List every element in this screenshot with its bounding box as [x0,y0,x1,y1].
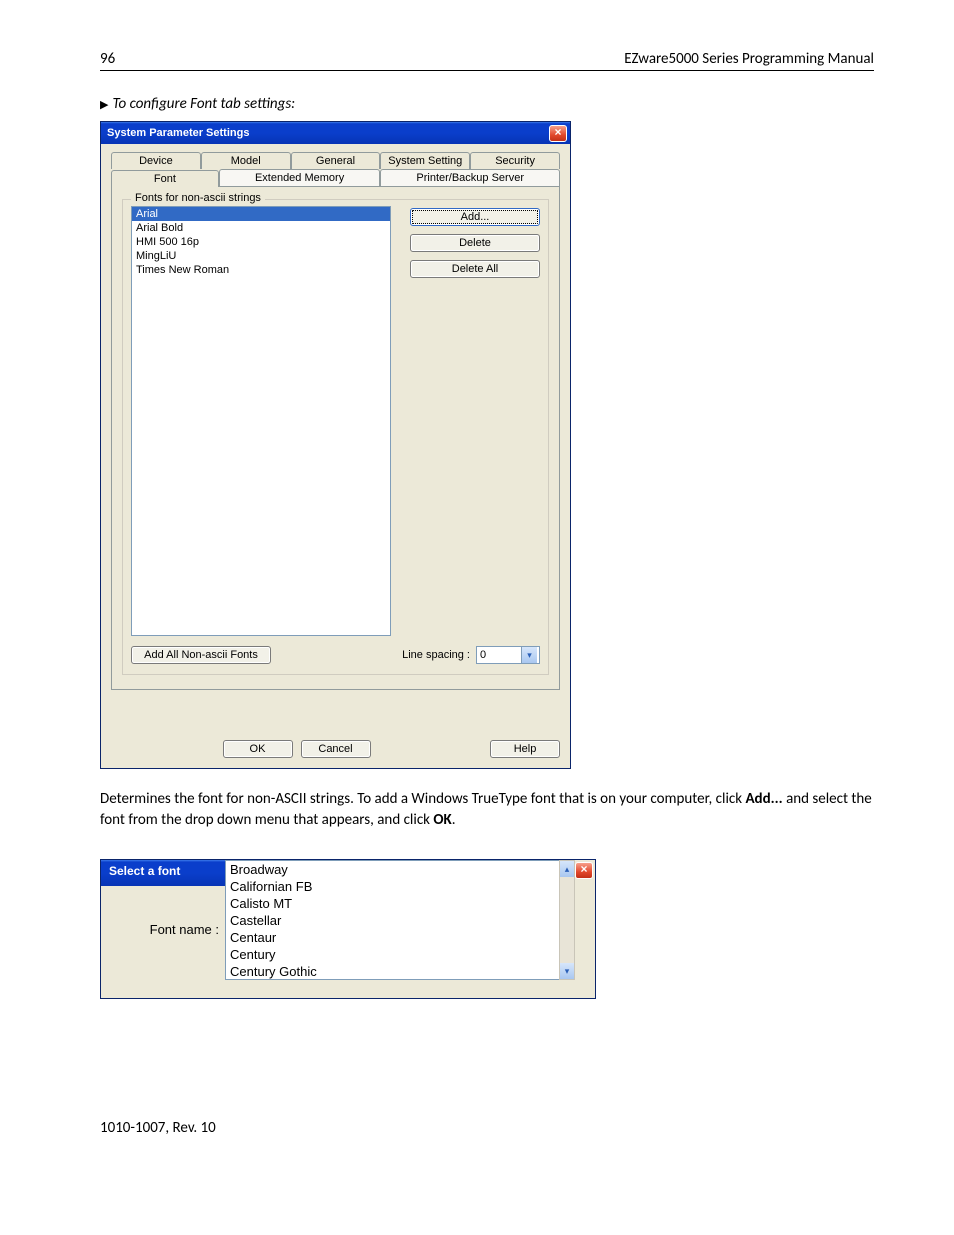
triangle-icon: ▶ [100,98,108,111]
line-spacing-label: Line spacing : [402,649,470,661]
system-parameter-settings-dialog: System Parameter Settings × Device Model… [100,121,571,769]
chevron-down-icon[interactable]: ▾ [521,647,537,663]
dialog-title: Select a font [101,860,225,886]
page-number: 96 [100,50,115,68]
add-all-non-ascii-fonts-button[interactable]: Add All Non-ascii Fonts [131,646,271,664]
help-button[interactable]: Help [490,740,560,758]
font-name-label: Font name : [150,922,219,937]
fonts-groupbox: Fonts for non-ascii strings Arial Arial … [122,199,549,675]
list-item[interactable]: MingLiU [132,249,390,263]
font-name-dropdown-list[interactable]: Broadway Californian FB Calisto MT Caste… [225,860,563,980]
chevron-down-icon[interactable]: ▾ [560,963,574,979]
tab-general[interactable]: General [291,152,381,169]
delete-button[interactable]: Delete [410,234,540,252]
delete-all-button[interactable]: Delete All [410,260,540,278]
tab-printer-backup-server[interactable]: Printer/Backup Server [380,169,560,186]
section-heading: ▶To configure Font tab settings: [100,95,874,113]
list-item[interactable]: Californian FB [226,878,562,895]
close-icon[interactable]: × [549,125,567,142]
cancel-button[interactable]: Cancel [301,740,371,758]
scrollbar[interactable]: ▴ ▾ [559,860,575,980]
manual-title: EZware5000 Series Programming Manual [624,50,874,68]
tab-device[interactable]: Device [111,152,201,169]
dialog-title: System Parameter Settings [107,127,249,139]
groupbox-title: Fonts for non-ascii strings [131,192,265,204]
list-item[interactable]: Arial Bold [132,221,390,235]
doc-revision: 1010-1007, Rev. 10 [100,1119,874,1137]
tab-system-setting[interactable]: System Setting [380,152,470,169]
tab-model[interactable]: Model [201,152,291,169]
tab-font[interactable]: Font [111,170,219,187]
list-item[interactable]: Castellar [226,912,562,929]
list-item[interactable]: Arial [132,207,390,221]
select-a-font-dialog: × Select a font Font name : Broadway Cal… [100,859,596,999]
font-listbox[interactable]: Arial Arial Bold HMI 500 16p MingLiU Tim… [131,206,391,636]
tab-extended-memory[interactable]: Extended Memory [219,169,381,186]
line-spacing-input[interactable] [477,649,521,661]
add-button[interactable]: Add... [410,208,540,226]
close-icon[interactable]: × [575,862,593,879]
list-item[interactable]: Centaur [226,929,562,946]
list-item[interactable]: Century [226,946,562,963]
list-item[interactable]: Century Gothic [226,963,562,980]
chevron-up-icon[interactable]: ▴ [560,861,574,877]
list-item[interactable]: Calisto MT [226,895,562,912]
list-item[interactable]: Times New Roman [132,263,390,277]
line-spacing-combo[interactable]: ▾ [476,646,540,664]
tab-security[interactable]: Security [470,152,560,169]
list-item[interactable]: HMI 500 16p [132,235,390,249]
instruction-paragraph: Determines the font for non-ASCII string… [100,789,874,831]
list-item[interactable]: Broadway [226,861,562,878]
ok-button[interactable]: OK [223,740,293,758]
